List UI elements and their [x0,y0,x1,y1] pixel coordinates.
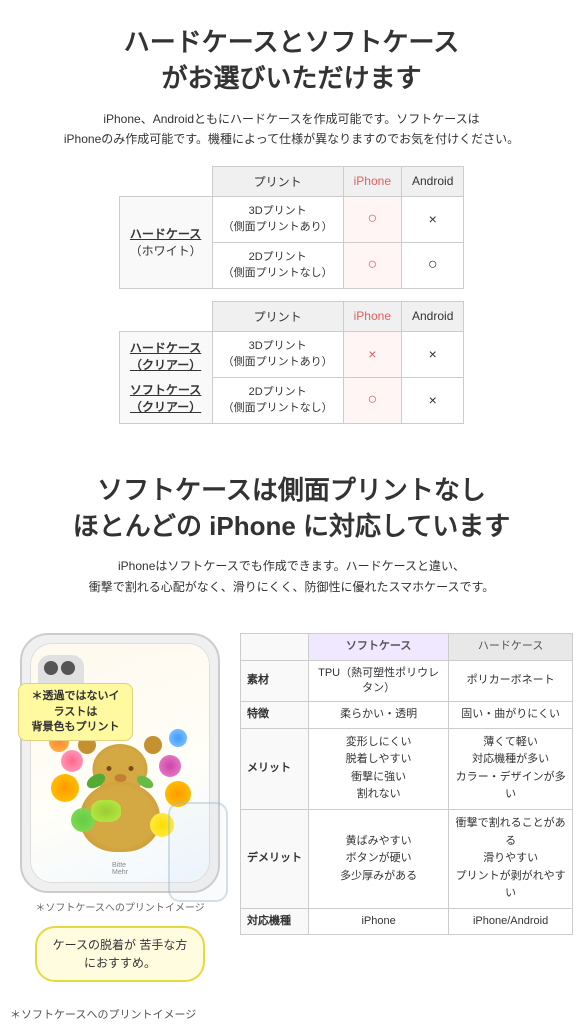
lower-section: ＊透過ではないイラストは背景色もプリント [0,633,583,1002]
merit-soft: 変形しにくい脱着しやすい衝撃に強い割れない [309,728,449,809]
case-table-1: プリント iPhone Android ハードケース （ホワイト） 3Dプリント… [119,166,465,424]
case-balloon: ケースの脱着が 苦手な方におすすめ。 [35,926,205,982]
camera-lens-2 [61,661,75,675]
row1-print: 3Dプリント（側面プリントあり） [212,196,343,242]
compat-label: 対応機種 [241,909,309,935]
compat-soft: iPhone [309,909,449,935]
row1-android: × [402,196,464,242]
section1-title: ハードケースとソフトケースがお選びいただけます [20,24,563,97]
feature-hard: 固い・曲がりにくい [449,702,573,728]
section2-description: iPhoneはソフトケースでも作成できます。ハードケースと違い、 衝撃で割れる心… [20,556,563,597]
col-print: プリント [212,166,343,196]
hard-clear-soft-clear-label: ハードケース（クリアー） ソフトケース（クリアー） [119,331,212,423]
section2: ソフトケースは側面プリントなしほとんどの iPhone に対応しています iPh… [0,444,583,634]
row3-iphone: × [343,331,401,377]
row3-android: × [402,331,464,377]
material-hard: ポリカーボネート [449,660,573,702]
row2-print: 2Dプリント（側面プリントなし） [212,242,343,288]
flower-2 [61,750,83,772]
hard-case-header: ハードケース [449,634,573,660]
row1-iphone: ○ [343,196,401,242]
comparison-table-wrap: ソフトケース ハードケース 素材 TPU（熱可塑性ポリウレタン） ポリカーボネー… [240,633,573,935]
flower-1 [51,774,79,802]
section2-title: ソフトケースは側面プリントなしほとんどの iPhone に対応しています [20,472,563,545]
demerit-label: デメリット [241,810,309,909]
row4-android: × [402,377,464,423]
camera-lens-1 [44,661,58,675]
row2-iphone: ○ [343,242,401,288]
row3-print: 3Dプリント（側面プリントあり） [212,331,343,377]
hard-white-label: ハードケース （ホワイト） [119,196,212,288]
material-label: 素材 [241,660,309,702]
col2-iphone: iPhone [343,301,401,331]
soft-case-header: ソフトケース [309,634,449,660]
balloon-note: ＊透過ではないイラストは背景色もプリント [18,683,133,741]
feature-soft: 柔らかい・透明 [309,702,449,728]
flower-6 [159,755,181,777]
comparison-table: ソフトケース ハードケース 素材 TPU（熱可塑性ポリウレタン） ポリカーボネー… [240,633,573,935]
demerit-soft: 黄ばみやすいボタンが硬い多少厚みがある [309,810,449,909]
material-soft: TPU（熱可塑性ポリウレタン） [309,660,449,702]
col-iphone: iPhone [343,166,401,196]
bear-ear-right [144,736,162,754]
flower-9 [91,800,121,822]
merit-hard: 薄くて軽い対応機種が多いカラー・デザインが多い [449,728,573,809]
footer-note: ＊ソフトケースへのプリントイメージ [0,1002,583,1036]
section1: ハードケースとソフトケースがお選びいただけます iPhone、Androidとも… [0,0,583,444]
flower-7 [169,729,187,747]
row4-print: 2Dプリント（側面プリントなし） [212,377,343,423]
col2-print: プリント [212,301,343,331]
col-android: Android [402,166,464,196]
brand-text: BitteMehr [112,862,128,876]
col2-android: Android [402,301,464,331]
row2-android: ○ [402,242,464,288]
table1-container: プリント iPhone Android ハードケース （ホワイト） 3Dプリント… [20,166,563,424]
clear-case-silhouette [168,802,228,902]
phone-area: ＊透過ではないイラストは背景色もプリント [10,633,230,982]
compat-hard: iPhone/Android [449,909,573,935]
demerit-hard: 衝撃で割れることがある滑りやすいプリントが剥がれやすい [449,810,573,909]
row4-iphone: ○ [343,377,401,423]
merit-label: メリット [241,728,309,809]
section1-description: iPhone、Androidともにハードケースを作成可能です。ソフトケースは i… [20,109,563,150]
feature-label: 特徴 [241,702,309,728]
